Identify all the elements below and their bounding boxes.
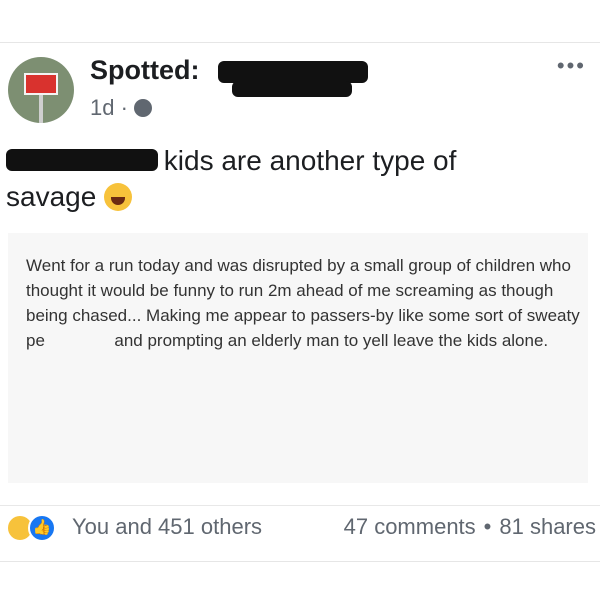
- post-text-line1: kids are another type of: [163, 145, 457, 176]
- reactions-count[interactable]: You and 451 others: [72, 514, 262, 540]
- like-reaction-icon: 👍: [28, 514, 56, 542]
- post-footer: 👍 You and 451 others 47 comments • 81 sh…: [0, 505, 600, 546]
- separator-dot: •: [483, 514, 492, 539]
- post-text-line2: savage: [6, 181, 97, 212]
- laughing-emoji-icon: [104, 183, 133, 211]
- shares-count[interactable]: 81 shares: [499, 514, 596, 540]
- avatar[interactable]: [8, 57, 74, 123]
- sign-pole: [39, 95, 43, 123]
- comments-count[interactable]: 47 comments: [344, 514, 476, 540]
- reaction-icons[interactable]: 👍: [6, 514, 66, 542]
- quoted-text-box: Went for a run today and was disrupted b…: [8, 233, 588, 483]
- quoted-text-part2: and prompting an elderly man to yell lea…: [114, 331, 549, 350]
- post-card: Spotted: 1d · ••• kids are another type …: [0, 42, 600, 562]
- globe-icon: [133, 99, 152, 117]
- post-time[interactable]: 1d ·: [90, 95, 128, 121]
- quoted-text: Went for a run today and was disrupted b…: [26, 253, 586, 353]
- author-name[interactable]: Spotted:: [90, 55, 199, 86]
- railway-sign-icon: [24, 73, 58, 95]
- redaction-bar: [6, 149, 158, 171]
- redaction-bar: [232, 81, 352, 97]
- redaction-bar: [218, 61, 368, 83]
- more-options-icon[interactable]: •••: [557, 53, 586, 79]
- post-meta: 1d ·: [90, 95, 152, 121]
- engagement-counts: 47 comments • 81 shares: [344, 514, 596, 540]
